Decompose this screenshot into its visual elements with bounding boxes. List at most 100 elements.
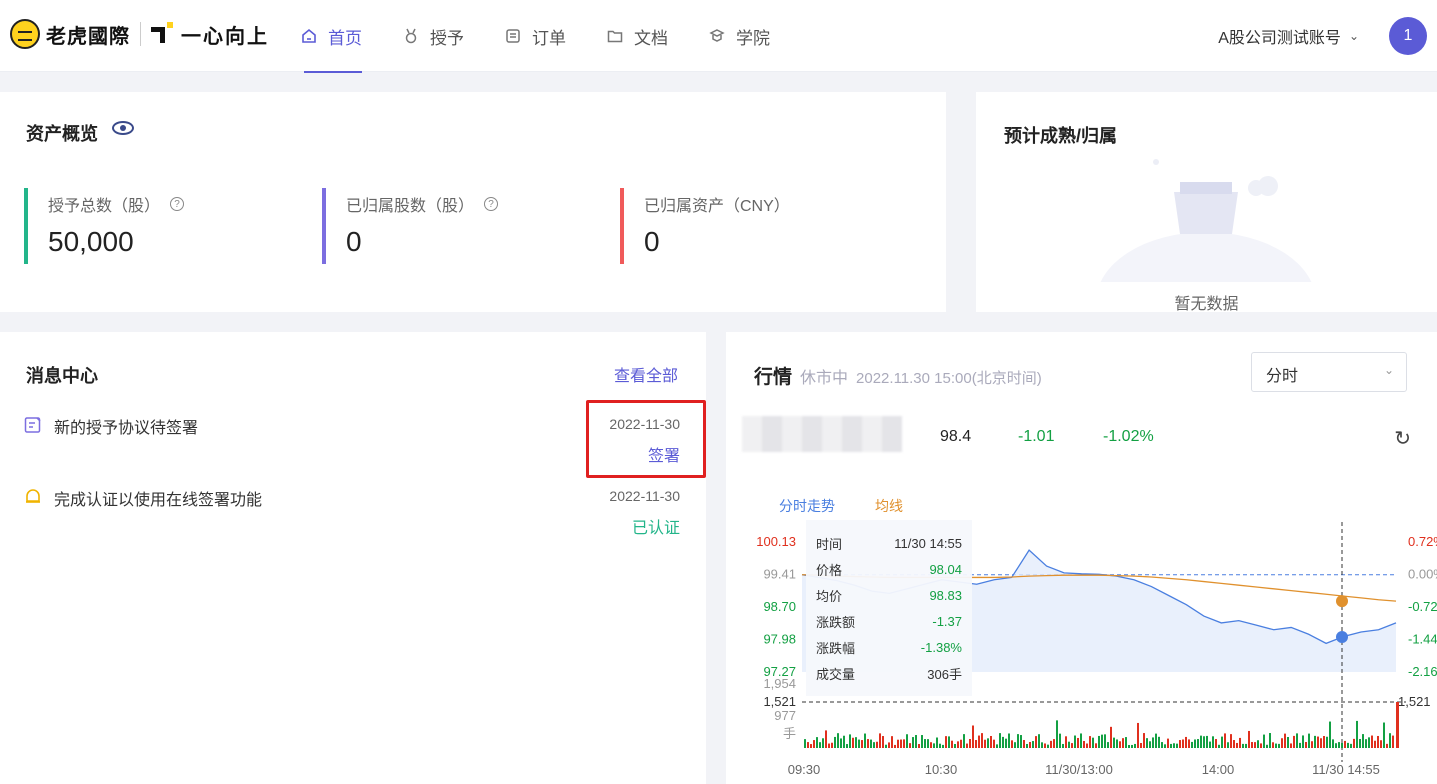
volume-bar (963, 734, 965, 748)
volume-bar (867, 739, 869, 748)
stat-label: 授予总数（股） (48, 198, 161, 215)
tooltip-row: 涨跌额 -1.37 (816, 608, 962, 634)
x-tick-label: 10:30 (925, 762, 958, 777)
volume-bar (1044, 743, 1046, 748)
volume-bar (855, 737, 857, 748)
help-icon[interactable]: ? (484, 197, 499, 211)
volume-bar (852, 737, 854, 748)
volume-bar (1161, 742, 1163, 748)
tooltip-key: 均价 (816, 588, 843, 604)
volume-bar (1026, 743, 1028, 748)
volume-bar (1365, 739, 1367, 748)
volume-bar (1293, 735, 1295, 748)
view-all-link[interactable]: 查看全部 (614, 362, 678, 386)
volume-bar (1236, 742, 1238, 748)
volume-bar (1257, 740, 1259, 748)
volume-bar (1143, 733, 1145, 748)
volume-bar (1098, 735, 1100, 748)
volume-bar (1122, 738, 1124, 748)
nav-label: 文档 (634, 28, 668, 48)
volume-bar (1152, 737, 1154, 748)
volume-tick-label: 手 (783, 726, 796, 741)
volume-bar (900, 739, 902, 748)
volume-bar (1206, 735, 1208, 748)
volume-bar (807, 742, 809, 748)
volume-bar (996, 744, 998, 748)
empty-box-illustration-icon (1100, 159, 1312, 282)
message-center-title: 消息中心 (26, 366, 98, 386)
volume-bar (1221, 736, 1223, 748)
tooltip-key: 涨跌幅 (816, 640, 856, 656)
volume-bar (1029, 741, 1031, 748)
volume-bar (1170, 743, 1172, 748)
y-tick-label: 100.13 (756, 534, 796, 549)
stock-change: -1.01 (1018, 428, 1055, 445)
refresh-icon[interactable]: ↻ (1394, 426, 1411, 451)
volume-bar (1224, 733, 1226, 748)
volume-bar (918, 744, 920, 748)
volume-bar (1119, 741, 1121, 748)
nav-item-grant[interactable]: 授予 (402, 0, 464, 72)
nav-label: 授予 (430, 28, 464, 48)
help-icon[interactable]: ? (170, 197, 185, 211)
stat-label: 已归属资产（CNY） (644, 198, 790, 215)
volume-bar (873, 742, 875, 748)
quote-header: 行情 休市中 2022.11.30 15:00(北京时间) (754, 362, 1042, 389)
nav-item-order[interactable]: 订单 (504, 0, 566, 72)
tooltip-value: 98.04 (929, 561, 962, 577)
volume-bar (1392, 735, 1394, 748)
volume-bar (828, 743, 830, 748)
volume-bar (906, 734, 908, 748)
logo-divider (140, 22, 141, 46)
volume-bar (1278, 743, 1280, 748)
volume-bar (1269, 733, 1271, 748)
volume-bar (1356, 720, 1358, 748)
volume-bar (1188, 739, 1190, 748)
volume-bar (903, 739, 905, 748)
tooltip-value: 98.83 (929, 587, 962, 603)
empty-text: 暂无数据 (1174, 296, 1239, 313)
vesting-panel: 预计成熟/归属 暂无数据 (976, 92, 1437, 313)
volume-bar (1212, 736, 1214, 748)
nav-item-docs[interactable]: 文档 (606, 0, 668, 72)
y-tick-label: 97.98 (763, 632, 796, 647)
volume-bar (1251, 742, 1253, 748)
volume-bar (1008, 733, 1010, 748)
volume-bar (1194, 739, 1196, 748)
volume-bar (978, 735, 980, 748)
volume-bar (1137, 722, 1139, 748)
volume-bar (1116, 739, 1118, 748)
y-tick-label: 98.70 (763, 599, 796, 614)
volume-bar (1317, 736, 1319, 748)
account-label: A股公司测试账号 (1218, 30, 1341, 47)
stat-vested-shares: 已归属股数（股）? 0 (322, 188, 499, 264)
volume-bar (1062, 743, 1064, 748)
volume-tick-label: 1,521 (763, 694, 796, 709)
volume-bar (810, 744, 812, 748)
volume-bar (1113, 737, 1115, 748)
volume-bar (1215, 739, 1217, 748)
volume-bar (894, 744, 896, 748)
volume-bar (1254, 742, 1256, 748)
volume-bar (1032, 741, 1034, 748)
avatar[interactable]: 1 (1389, 17, 1427, 55)
message-item[interactable]: 完成认证以使用在线签署功能 2022-11-30 已认证 (24, 486, 680, 546)
nav-item-academy[interactable]: 学院 (708, 0, 770, 72)
nav-item-home[interactable]: 首页 (300, 0, 362, 73)
quote-title: 行情 (754, 367, 793, 388)
volume-bar (1158, 736, 1160, 748)
period-select[interactable]: 分时 ⌄ (1251, 352, 1407, 392)
volume-bar (1344, 740, 1346, 748)
eye-icon[interactable] (112, 121, 134, 135)
volume-bar (1053, 739, 1055, 748)
average-marker (1336, 595, 1348, 608)
account-switcher[interactable]: A股公司测试账号 ⌄ (1218, 24, 1359, 48)
volume-bar (858, 739, 860, 748)
message-date: 2022-11-30 (609, 488, 680, 504)
message-item[interactable]: 新的授予协议待签署 2022-11-30 签署 (24, 414, 680, 474)
volume-bar (927, 739, 929, 748)
brand-logo[interactable]: 老虎國際 一心向上 (10, 18, 269, 50)
tooltip-value: 306手 (927, 666, 962, 682)
logo-text: 老虎國際 (46, 25, 130, 48)
tooltip-row: 时间 11/30 14:55 (816, 530, 962, 556)
